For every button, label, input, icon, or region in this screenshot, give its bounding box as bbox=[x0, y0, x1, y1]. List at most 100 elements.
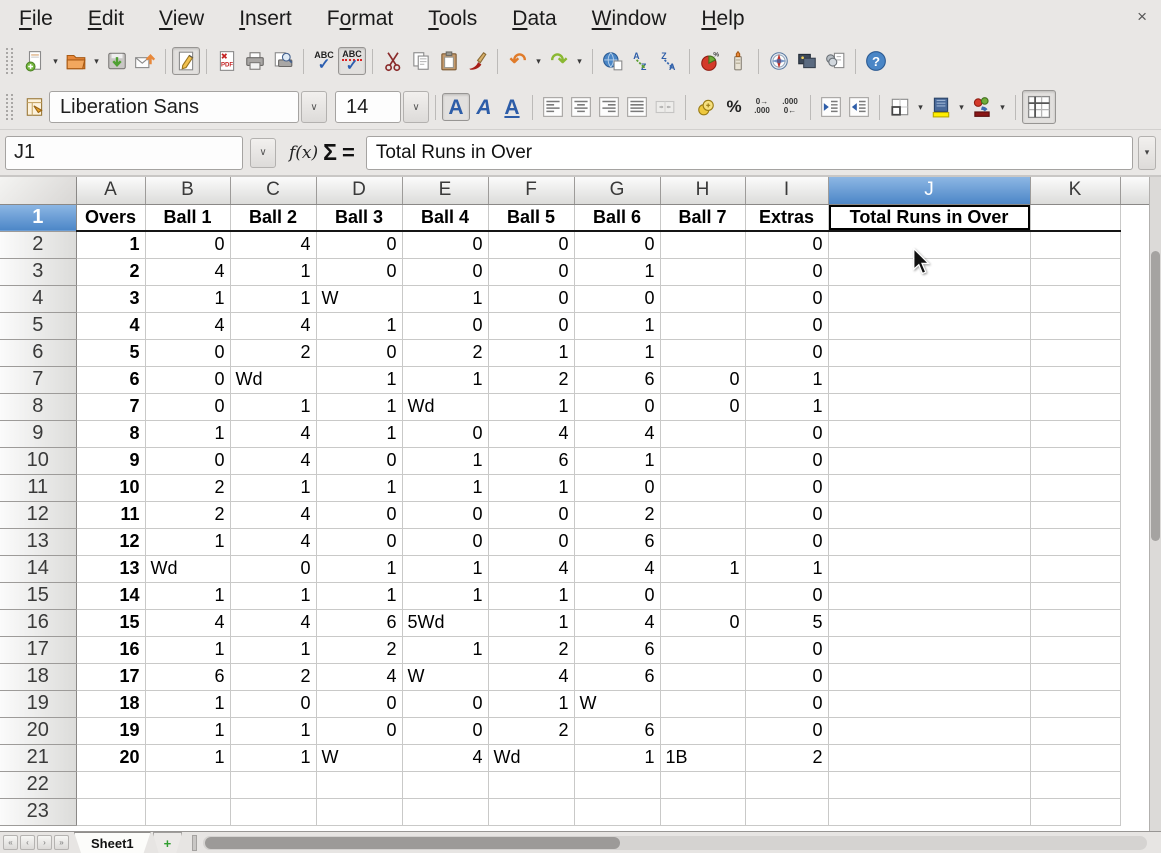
cell-A21[interactable]: 20 bbox=[76, 744, 145, 771]
cell-C17[interactable]: 1 bbox=[230, 636, 316, 663]
menu-window[interactable]: Window bbox=[583, 4, 676, 34]
cell-G8[interactable]: 0 bbox=[574, 393, 660, 420]
cell-K13[interactable] bbox=[1030, 528, 1120, 555]
cell-C22[interactable] bbox=[230, 771, 316, 798]
row-header-23[interactable]: 23 bbox=[0, 798, 76, 825]
cell-J1[interactable]: Total Runs in Over bbox=[828, 204, 1030, 231]
formula-input[interactable]: Total Runs in Over bbox=[366, 136, 1133, 170]
cell-I14[interactable]: 1 bbox=[745, 555, 828, 582]
cell-B13[interactable]: 1 bbox=[145, 528, 230, 555]
cell-G14[interactable]: 4 bbox=[574, 555, 660, 582]
cell-C21[interactable]: 1 bbox=[230, 744, 316, 771]
align-center-button[interactable] bbox=[567, 93, 595, 121]
cell-D15[interactable]: 1 bbox=[316, 582, 402, 609]
column-header-g[interactable]: G bbox=[574, 177, 660, 204]
row-header-17[interactable]: 17 bbox=[0, 636, 76, 663]
styles-button[interactable] bbox=[21, 93, 49, 121]
cell-C7[interactable]: Wd bbox=[230, 366, 316, 393]
cell-D10[interactable]: 0 bbox=[316, 447, 402, 474]
cell-F23[interactable] bbox=[488, 798, 574, 825]
tab-scrollbar-splitter[interactable] bbox=[192, 835, 197, 851]
horizontal-scrollbar[interactable] bbox=[203, 836, 1147, 850]
cell-K23[interactable] bbox=[1030, 798, 1120, 825]
copy-button[interactable] bbox=[407, 47, 435, 75]
new-document-button[interactable] bbox=[21, 47, 49, 75]
cell-B15[interactable]: 1 bbox=[145, 582, 230, 609]
row-header-18[interactable]: 18 bbox=[0, 663, 76, 690]
cell-B16[interactable]: 4 bbox=[145, 609, 230, 636]
cell-G6[interactable]: 1 bbox=[574, 339, 660, 366]
cell-I21[interactable]: 2 bbox=[745, 744, 828, 771]
cell-D7[interactable]: 1 bbox=[316, 366, 402, 393]
cell-E1[interactable]: Ball 4 bbox=[402, 204, 488, 231]
cell-J3[interactable] bbox=[828, 258, 1030, 285]
freeze-panes-button[interactable] bbox=[1022, 90, 1056, 124]
cell-D21[interactable]: W bbox=[316, 744, 402, 771]
cell-F3[interactable]: 0 bbox=[488, 258, 574, 285]
export-pdf-button[interactable]: PDF bbox=[213, 47, 241, 75]
next-sheet-icon[interactable]: › bbox=[37, 835, 52, 850]
cell-A19[interactable]: 18 bbox=[76, 690, 145, 717]
cell-C6[interactable]: 2 bbox=[230, 339, 316, 366]
cell-B3[interactable]: 4 bbox=[145, 258, 230, 285]
row-header-2[interactable]: 2 bbox=[0, 231, 76, 258]
cell-E17[interactable]: 1 bbox=[402, 636, 488, 663]
column-header-d[interactable]: D bbox=[316, 177, 402, 204]
cell-I5[interactable]: 0 bbox=[745, 312, 828, 339]
cell-A7[interactable]: 6 bbox=[76, 366, 145, 393]
row-header-5[interactable]: 5 bbox=[0, 312, 76, 339]
cell-F20[interactable]: 2 bbox=[488, 717, 574, 744]
cell-F14[interactable]: 4 bbox=[488, 555, 574, 582]
cell-C20[interactable]: 1 bbox=[230, 717, 316, 744]
vertical-scrollbar[interactable] bbox=[1149, 177, 1161, 831]
cell-G1[interactable]: Ball 6 bbox=[574, 204, 660, 231]
cell-B17[interactable]: 1 bbox=[145, 636, 230, 663]
cell-I1[interactable]: Extras bbox=[745, 204, 828, 231]
cell-K22[interactable] bbox=[1030, 771, 1120, 798]
row-header-11[interactable]: 11 bbox=[0, 474, 76, 501]
cell-D11[interactable]: 1 bbox=[316, 474, 402, 501]
cell-A2[interactable]: 1 bbox=[76, 231, 145, 258]
cell-E7[interactable]: 1 bbox=[402, 366, 488, 393]
cell-H5[interactable] bbox=[660, 312, 745, 339]
print-button[interactable] bbox=[241, 47, 269, 75]
row-header-1[interactable]: 1 bbox=[0, 204, 76, 231]
cell-D19[interactable]: 0 bbox=[316, 690, 402, 717]
cell-G13[interactable]: 6 bbox=[574, 528, 660, 555]
row-header-4[interactable]: 4 bbox=[0, 285, 76, 312]
cell-I22[interactable] bbox=[745, 771, 828, 798]
cell-C14[interactable]: 0 bbox=[230, 555, 316, 582]
cell-B20[interactable]: 1 bbox=[145, 717, 230, 744]
cell-G3[interactable]: 1 bbox=[574, 258, 660, 285]
first-sheet-icon[interactable]: « bbox=[3, 835, 18, 850]
cell-B18[interactable]: 6 bbox=[145, 663, 230, 690]
paste-button[interactable] bbox=[435, 47, 463, 75]
cell-J12[interactable] bbox=[828, 501, 1030, 528]
cell-B7[interactable]: 0 bbox=[145, 366, 230, 393]
open-file-dropdown-icon[interactable]: ▾ bbox=[90, 49, 103, 73]
cell-J2[interactable] bbox=[828, 231, 1030, 258]
redo-button[interactable]: ↷ bbox=[545, 47, 573, 75]
menu-tools[interactable]: Tools bbox=[419, 4, 486, 34]
cell-H1[interactable]: Ball 7 bbox=[660, 204, 745, 231]
cell-G5[interactable]: 1 bbox=[574, 312, 660, 339]
row-header-12[interactable]: 12 bbox=[0, 501, 76, 528]
undo-dropdown-icon[interactable]: ▾ bbox=[532, 49, 545, 73]
bold-button[interactable]: A bbox=[442, 93, 470, 121]
cell-G9[interactable]: 4 bbox=[574, 420, 660, 447]
cell-F19[interactable]: 1 bbox=[488, 690, 574, 717]
cell-G15[interactable]: 0 bbox=[574, 582, 660, 609]
cell-I11[interactable]: 0 bbox=[745, 474, 828, 501]
cell-E18[interactable]: W bbox=[402, 663, 488, 690]
row-header-19[interactable]: 19 bbox=[0, 690, 76, 717]
toolbar-grip[interactable] bbox=[6, 94, 13, 120]
open-file-button[interactable] bbox=[62, 47, 90, 75]
cell-F11[interactable]: 1 bbox=[488, 474, 574, 501]
cell-A10[interactable]: 9 bbox=[76, 447, 145, 474]
cell-H11[interactable] bbox=[660, 474, 745, 501]
spellcheck-button[interactable]: ABC✓ bbox=[310, 47, 338, 75]
cell-E11[interactable]: 1 bbox=[402, 474, 488, 501]
cell-C8[interactable]: 1 bbox=[230, 393, 316, 420]
column-header-e[interactable]: E bbox=[402, 177, 488, 204]
align-right-button[interactable] bbox=[595, 93, 623, 121]
